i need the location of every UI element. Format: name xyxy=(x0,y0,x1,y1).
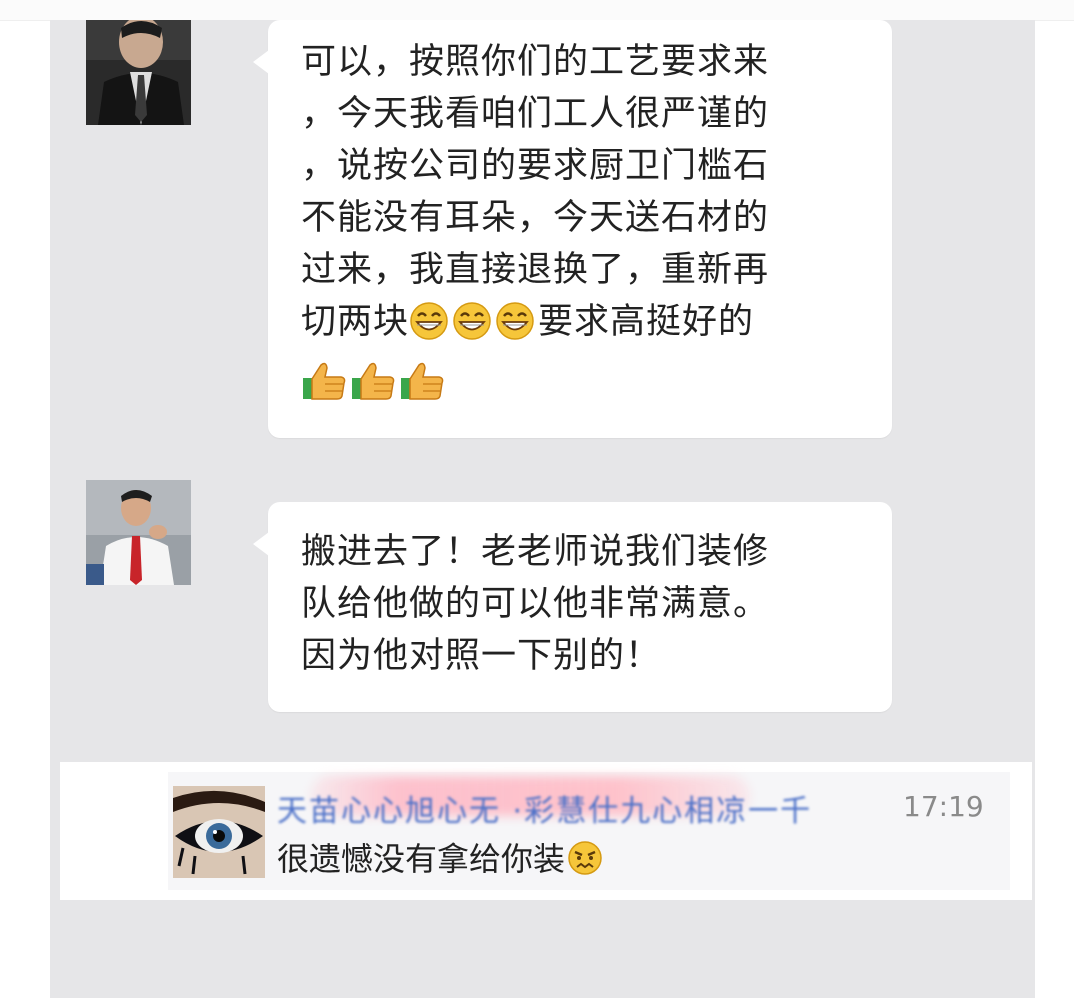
message-line: ，今天我看咱们工人很严谨的 xyxy=(301,94,770,134)
quoted-sender-avatar[interactable] xyxy=(173,786,265,878)
grin-emoji-icon xyxy=(495,301,535,356)
message-line: 可以，按照你们的工艺要求来 xyxy=(301,42,770,82)
message-text-2: 搬进去了！老老师说我们装修 队给他做的可以他非常满意。 因为他对照一下别的！ xyxy=(301,526,871,682)
message-line: 切两块 xyxy=(301,302,410,342)
thumbs-up-emoji-icon xyxy=(350,361,396,416)
eye-makeup-avatar-image xyxy=(173,786,265,878)
sender-avatar-1[interactable] xyxy=(86,20,191,125)
avatar-image-2 xyxy=(86,480,191,585)
message-bubble-1[interactable]: 可以，按照你们的工艺要求来 ，今天我看咱们工人很严谨的 ，说按公司的要求厨卫门槛… xyxy=(253,20,892,438)
message-line: 不能没有耳朵，今天送石材的 xyxy=(301,198,770,238)
quoted-sender-name-blurred: 天苗心心旭心无 ·彩慧仕九心相凉一千 xyxy=(277,794,813,829)
quoted-message-text-row: 很遗憾没有拿给你装 xyxy=(277,834,606,884)
top-bar xyxy=(0,0,1074,21)
message-line: 队给他做的可以他非常满意。 xyxy=(301,584,770,624)
quoted-message-time: 17:19 xyxy=(903,790,984,823)
thumbs-up-emoji-icon xyxy=(399,361,445,416)
quoted-message-panel[interactable]: 天苗心心旭心无 ·彩慧仕九心相凉一千 17:19 很遗憾没有拿给你装 xyxy=(60,762,1032,900)
thumbs-up-emoji-icon xyxy=(301,361,347,416)
quoted-message-text: 很遗憾没有拿给你装 xyxy=(277,840,566,878)
message-bubble-2[interactable]: 搬进去了！老老师说我们装修 队给他做的可以他非常满意。 因为他对照一下别的！ xyxy=(253,502,892,712)
angry-emoji-icon xyxy=(567,840,603,884)
message-line: 要求高挺好的 xyxy=(538,302,755,342)
message-line: 搬进去了！老老师说我们装修 xyxy=(301,532,770,572)
message-line: 过来，我直接退换了，重新再 xyxy=(301,250,770,290)
thumbs-up-row xyxy=(301,356,871,416)
message-line: 因为他对照一下别的！ xyxy=(301,636,662,676)
grin-emoji-icon xyxy=(452,301,492,356)
sender-avatar-2[interactable] xyxy=(86,480,191,585)
grin-emoji-icon xyxy=(409,301,449,356)
message-text-1: 可以，按照你们的工艺要求来 ，今天我看咱们工人很严谨的 ，说按公司的要求厨卫门槛… xyxy=(301,36,871,416)
message-line-with-emoji: 切两块 要求高挺好的 xyxy=(301,296,871,356)
avatar-image-1 xyxy=(86,20,191,125)
message-line: ，说按公司的要求厨卫门槛石 xyxy=(301,146,770,186)
